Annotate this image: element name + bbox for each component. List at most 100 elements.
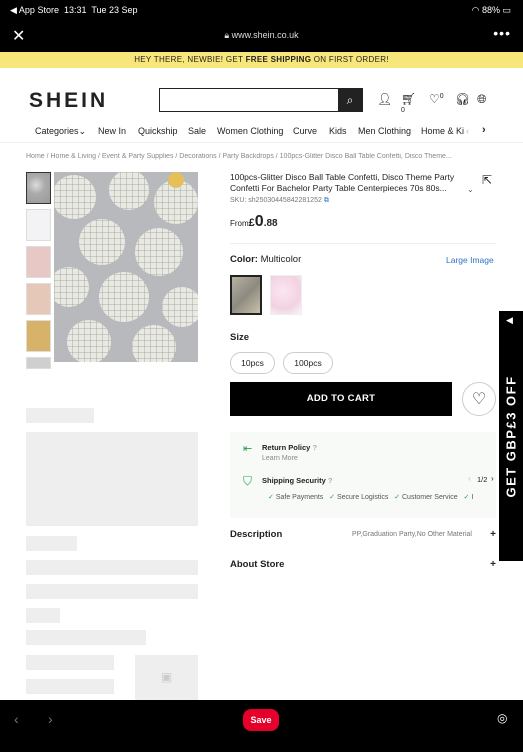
compass-icon[interactable]: ◎ [497, 711, 507, 725]
url-text: www.shein.co.uk [231, 30, 299, 40]
check-customer-service: Customer Service [402, 494, 458, 501]
color-label-text: Color: [230, 254, 258, 265]
nav-categories[interactable]: Categories⌄ [35, 126, 86, 137]
color-swatch[interactable] [270, 275, 302, 315]
nav-sale[interactable]: Sale [188, 126, 206, 136]
breadcrumb[interactable]: Home / Home & Living / Event & Party Sup… [26, 153, 496, 160]
nav-quickship[interactable]: Quickship [138, 126, 178, 136]
pager-next-icon[interactable]: › [491, 474, 494, 483]
collapse-icon[interactable]: ◀ [506, 315, 513, 326]
user-icon[interactable]: 👤︎ [377, 92, 392, 106]
add-to-cart-button[interactable]: ADD TO CART [230, 382, 452, 416]
nav-women-clothing[interactable]: Women Clothing [217, 126, 283, 136]
color-label: Color: Multicolor [230, 254, 301, 265]
side-promo-text: GET GBP£3 OFF [503, 375, 519, 498]
more-options-icon[interactable]: ••• [493, 25, 511, 41]
thumbnail-5[interactable] [26, 320, 51, 352]
chevron-down-icon[interactable]: ⌄ [467, 185, 474, 194]
category-nav: Categories⌄ New In Quickship Sale Women … [0, 124, 523, 140]
save-button[interactable]: Save [243, 709, 279, 731]
check-truncated: I [471, 494, 474, 501]
cart-icon[interactable]: 🛒︎0 [401, 92, 416, 120]
skeleton-block [26, 408, 94, 423]
image-placeholder-icon: ▣ [135, 655, 198, 700]
help-icon[interactable]: ? [312, 443, 317, 452]
size-option-10pcs[interactable]: 10pcs [230, 352, 275, 374]
thumbnail-4[interactable] [26, 283, 51, 315]
promo-text-prefix: HEY THERE, NEWBIE! GET [134, 55, 246, 64]
nav-kids[interactable]: Kids [329, 126, 347, 136]
thumbnail-2[interactable] [26, 209, 51, 241]
forward-icon[interactable]: › [48, 711, 53, 727]
shipping-security-title[interactable]: Shipping Security ? [262, 476, 332, 485]
price-integer: 0 [254, 213, 264, 230]
back-to-app[interactable]: ◀ App Store [10, 5, 59, 15]
color-swatch-selected[interactable] [230, 275, 262, 315]
skeleton-block [26, 560, 198, 575]
return-policy-icon: ⇤ [243, 443, 253, 455]
promo-highlight: FREE SHIPPING [245, 55, 312, 64]
description-title: Description [230, 529, 283, 540]
check-secure-logistics: Secure Logistics [336, 494, 389, 501]
status-bar: ◀ App Store 13:31 Tue 23 Sep ◠ 88% ▭ [0, 0, 523, 20]
size-label: Size [230, 332, 250, 343]
lock-icon: 🔒︎ [224, 30, 230, 40]
status-left: ◀ App Store 13:31 Tue 23 Sep [10, 5, 138, 16]
url-bar[interactable]: 🔒︎ www.shein.co.uk [0, 30, 523, 41]
nav-curve[interactable]: Curve [293, 126, 317, 136]
shipping-security-text: Shipping Security [262, 476, 326, 485]
return-policy-text: Return Policy [262, 443, 311, 452]
search-box: ⌕ [159, 88, 363, 112]
status-date: Tue 23 Sep [91, 5, 138, 15]
wishlist-icon[interactable]: ♡0 [429, 92, 444, 106]
about-store-section[interactable]: About Store + [230, 559, 496, 575]
large-image-link[interactable]: Large Image [446, 255, 494, 265]
product-sku: SKU: sh2503044584228125​2 ⧉ [230, 197, 329, 205]
status-right: ◠ 88% ▭ [472, 5, 511, 16]
skeleton-block [26, 655, 114, 670]
shein-logo[interactable]: SHEIN [29, 89, 108, 113]
pager-prev-icon[interactable]: ‹ [468, 474, 471, 483]
about-store-title: About Store [230, 559, 285, 570]
product-main-image[interactable] [54, 172, 198, 362]
pager-text: 1/2 [477, 475, 488, 484]
nav-men-clothing[interactable]: Men Clothing [358, 126, 411, 136]
support-icon[interactable]: 🎧︎ [455, 92, 470, 106]
globe-icon[interactable]: 🌐︎ [477, 92, 487, 107]
check-icon: ✓ [394, 494, 401, 501]
status-time: 13:31 [63, 5, 87, 15]
promo-banner[interactable]: HEY THERE, NEWBIE! GET FREE SHIPPING ON … [0, 52, 523, 68]
thumbnail-3[interactable] [26, 246, 51, 278]
copy-icon[interactable]: ⧉ [324, 197, 329, 204]
disco-confetti-image [54, 172, 198, 362]
nav-prev-icon[interactable]: ‹ [466, 126, 469, 136]
back-icon[interactable]: ‹ [14, 711, 19, 727]
search-input[interactable] [160, 89, 338, 111]
check-icon: ✓ [268, 494, 274, 501]
wishlist-heart-icon[interactable]: ♡ [462, 382, 496, 416]
thumbnail-1[interactable] [26, 172, 51, 204]
thumbnail-6[interactable] [26, 357, 51, 369]
chevron-down-icon: ⌄ [78, 126, 87, 136]
price-prefix: From [230, 219, 249, 228]
price-decimal: .88 [263, 218, 278, 229]
nav-next-icon[interactable]: › [482, 124, 486, 136]
check-safe-payments: Safe Payments [275, 494, 324, 501]
plus-icon: + [490, 559, 496, 570]
divider [230, 243, 496, 244]
search-icon[interactable]: ⌕ [338, 89, 362, 111]
browser-toolbar: ✕ 🔒︎ www.shein.co.uk ••• [0, 20, 523, 52]
shield-icon: ⛉ [243, 474, 253, 488]
share-icon[interactable]: ⇱ [482, 173, 492, 187]
description-section[interactable]: Description PP,Graduation Party,No Other… [230, 529, 496, 545]
return-policy-title[interactable]: Return Policy ? [262, 443, 317, 452]
learn-more-link[interactable]: Learn More [262, 455, 298, 462]
skeleton-block [26, 536, 77, 551]
nav-label: Categories [35, 126, 79, 136]
help-icon[interactable]: ? [328, 476, 333, 485]
nav-home-kitchen[interactable]: Home & Ki [421, 126, 464, 136]
nav-new-in[interactable]: New In [98, 126, 126, 136]
browser-bottom-bar: ‹ › Save ◎ [0, 700, 523, 752]
side-promo-tab[interactable]: ◀ GET GBP£3 OFF [499, 311, 523, 561]
size-option-100pcs[interactable]: 100pcs [283, 352, 333, 374]
